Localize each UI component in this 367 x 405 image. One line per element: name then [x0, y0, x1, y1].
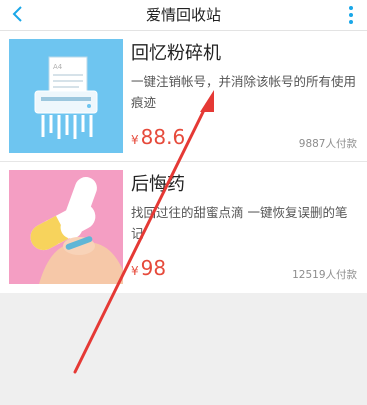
purchase-count: 9887人付款: [298, 138, 357, 150]
pill-capsule-icon: [30, 177, 123, 284]
product-title: 后悔药: [131, 174, 185, 195]
product-thumbnail: A4: [9, 39, 123, 153]
top-bar: 爱情回收站: [0, 0, 367, 31]
currency-symbol: ¥: [131, 264, 139, 278]
svg-text:A4: A4: [53, 63, 63, 71]
product-title: 回忆粉碎机: [131, 43, 221, 64]
list-item[interactable]: A4 回忆粉碎机 一键注销帐号，并消除该帐号的所有使用痕迹 ¥ 88.6 988…: [0, 31, 367, 162]
purchase-count: 12519人付款: [292, 269, 357, 281]
page-title: 爱情回收站: [145, 6, 221, 24]
paper-shredder-icon: A4: [34, 56, 98, 139]
product-list: A4 回忆粉碎机 一键注销帐号，并消除该帐号的所有使用痕迹 ¥ 88.6 988…: [0, 31, 367, 293]
list-item[interactable]: 后悔药 找回过往的甜蜜点滴 一键恢复误删的笔记 ¥ 98 12519人付款: [0, 162, 367, 292]
price: ¥ 98: [131, 256, 166, 280]
more-button[interactable]: [343, 4, 359, 26]
currency-symbol: ¥: [131, 133, 139, 147]
product-description: 一键注销帐号，并消除该帐号的所有使用痕迹: [131, 74, 357, 110]
price-value: 88.6: [140, 125, 186, 149]
price-value: 98: [140, 256, 167, 280]
product-thumbnail: [9, 170, 123, 284]
price: ¥ 88.6: [131, 125, 185, 149]
product-description: 找回过往的甜蜜点滴 一键恢复误删的笔记: [131, 205, 348, 241]
more-vertical-icon: [349, 6, 353, 24]
